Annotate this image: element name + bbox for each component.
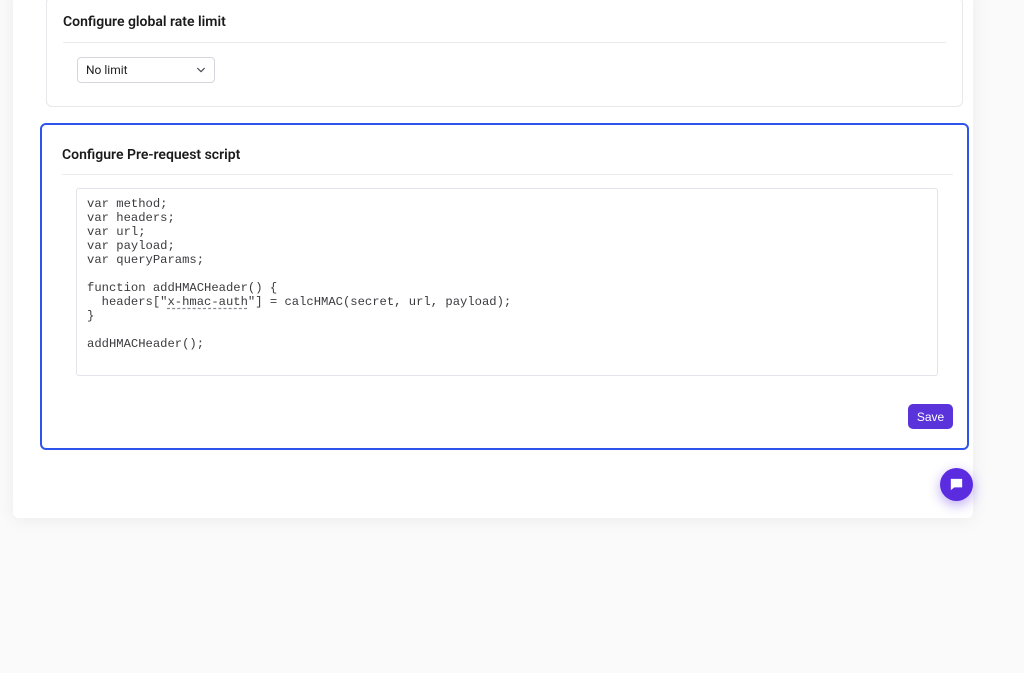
rate-limit-title: Configure global rate limit xyxy=(63,14,946,42)
pre-request-script-card: Configure Pre-request script var method;… xyxy=(40,123,969,450)
rate-limit-select[interactable]: No limit xyxy=(77,57,215,83)
save-button-label: Save xyxy=(917,410,944,424)
rate-limit-select-value: No limit xyxy=(86,63,128,77)
rate-limit-card: Configure global rate limit No limit xyxy=(46,0,963,107)
chat-icon xyxy=(948,476,965,493)
chat-launcher[interactable] xyxy=(940,468,973,501)
chevron-down-icon xyxy=(196,65,206,75)
divider xyxy=(63,42,946,43)
header-key: x-hmac-auth xyxy=(167,295,247,309)
save-button[interactable]: Save xyxy=(908,404,953,429)
script-card-title: Configure Pre-request script xyxy=(62,147,953,174)
main-panel: Stuck? feel free to contact us or book a… xyxy=(13,0,973,518)
save-row: Save xyxy=(62,404,953,429)
divider xyxy=(62,174,953,175)
script-code-editor[interactable]: var method; var headers; var url; var pa… xyxy=(76,188,938,376)
